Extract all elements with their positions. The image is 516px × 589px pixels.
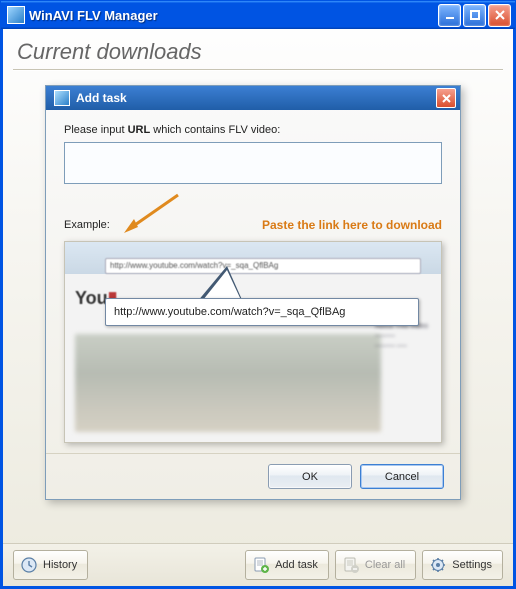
content-area: Add task Please input URL which contains… (3, 81, 513, 543)
arrow-icon (116, 191, 186, 239)
page-title: Current downloads (3, 29, 513, 69)
client-area: Current downloads Add task Please input … (1, 29, 515, 588)
example-sidebar: About This Video──────── ── (375, 322, 435, 432)
history-label: History (43, 559, 77, 571)
example-label: Example: (64, 219, 110, 231)
clear-all-label: Clear all (365, 559, 405, 571)
close-icon (442, 94, 451, 103)
minimize-icon (445, 10, 455, 20)
main-window: WinAVI FLV Manager Current downloads Add… (0, 0, 516, 589)
add-task-dialog: Add task Please input URL which contains… (45, 85, 461, 500)
url-input[interactable] (64, 142, 442, 184)
gear-icon (429, 556, 447, 574)
hint-row: Example: Paste the link here to download (64, 213, 442, 237)
callout-url: http://www.youtube.com/watch?v=_sqa_QflB… (114, 306, 345, 318)
dialog-icon (54, 90, 70, 106)
add-task-icon (252, 556, 270, 574)
instruction-pre: Please input (64, 124, 128, 136)
dialog-buttons: OK Cancel (46, 453, 460, 499)
arrow-wrap (116, 213, 256, 237)
cancel-button[interactable]: Cancel (360, 464, 444, 489)
settings-label: Settings (452, 559, 492, 571)
clear-all-button[interactable]: Clear all (335, 550, 416, 580)
url-instruction: Please input URL which contains FLV vide… (64, 124, 442, 136)
hint-text: Paste the link here to download (262, 218, 442, 232)
titlebar[interactable]: WinAVI FLV Manager (1, 1, 515, 29)
divider (13, 69, 503, 71)
add-task-label: Add task (275, 559, 318, 571)
maximize-icon (470, 10, 480, 20)
minimize-button[interactable] (438, 4, 461, 27)
app-icon (7, 6, 25, 24)
example-address-bar: http://www.youtube.com/watch?v=_sqa_QflB… (105, 258, 421, 274)
dialog-title: Add task (76, 91, 436, 105)
window-title: WinAVI FLV Manager (29, 8, 436, 23)
example-callout: http://www.youtube.com/watch?v=_sqa_QflB… (105, 298, 419, 326)
maximize-button[interactable] (463, 4, 486, 27)
dialog-titlebar[interactable]: Add task (46, 86, 460, 110)
instruction-bold: URL (128, 124, 151, 136)
ok-button[interactable]: OK (268, 464, 352, 489)
dialog-close-button[interactable] (436, 88, 456, 108)
instruction-post: which contains FLV video: (150, 124, 280, 136)
bottom-toolbar: History Add task Clear all Settings (3, 543, 513, 586)
settings-button[interactable]: Settings (422, 550, 503, 580)
close-button[interactable] (488, 4, 511, 27)
clear-all-icon (342, 556, 360, 574)
add-task-button[interactable]: Add task (245, 550, 329, 580)
example-image: http://www.youtube.com/watch?v=_sqa_QflB… (64, 241, 442, 443)
close-icon (495, 10, 505, 20)
example-video-area (75, 334, 381, 432)
history-button[interactable]: History (13, 550, 88, 580)
history-icon (20, 556, 38, 574)
dialog-body: Please input URL which contains FLV vide… (46, 110, 460, 453)
